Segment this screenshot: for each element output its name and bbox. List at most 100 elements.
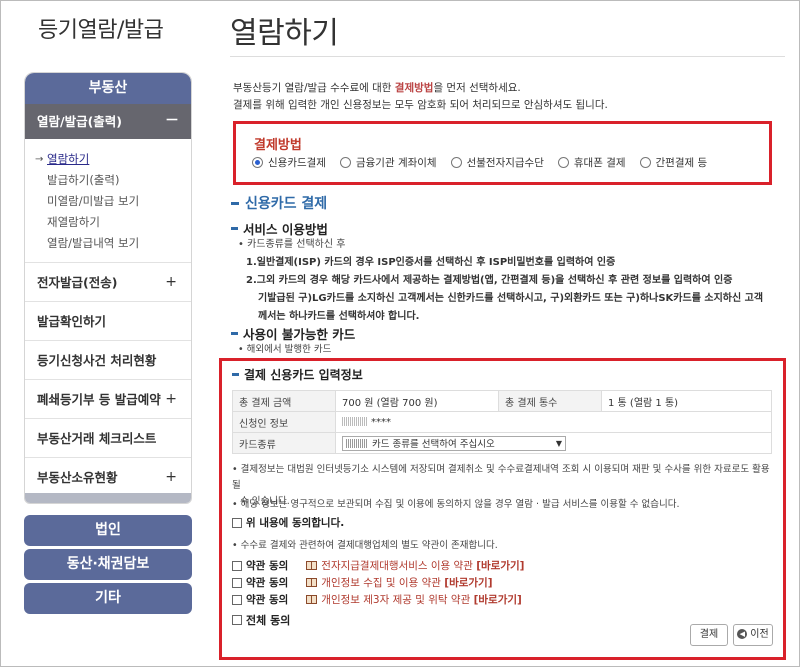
dash-icon [231, 332, 238, 335]
sidebar-item-ownership[interactable]: 부동산소유현황 + [25, 457, 191, 496]
sidebar-item-closed-registry[interactable]: 폐쇄등기부 등 발급예약 + [25, 379, 191, 418]
book-icon [306, 595, 318, 604]
terms-link-3[interactable]: [바로가기] [474, 592, 522, 607]
sidebar-header-real-estate[interactable]: 부동산 [25, 73, 191, 104]
table-label: 신청인 정보 [232, 411, 336, 433]
other-button[interactable]: 기타 [24, 583, 192, 614]
card-info-title: 결제 신용카드 입력정보 [232, 366, 363, 383]
radio-mobile[interactable]: 휴대폰 결제 [557, 155, 626, 170]
expand-icon[interactable]: + [165, 263, 177, 302]
sidebar-item-label: 폐쇄등기부 등 발급예약 [37, 392, 161, 407]
agree-all-checkbox[interactable] [232, 615, 242, 625]
card-icon [346, 438, 368, 448]
radio-label: 선불전자지급수단 [466, 157, 544, 169]
terms-text: 전자지급결제대행서비스 이용 약관 [321, 560, 473, 572]
sidebar-item-view-issue[interactable]: 열람/발급(출력) － [25, 104, 191, 139]
submenu-item-issue[interactable]: 발급하기(출력) [35, 170, 191, 191]
radio-bank-transfer[interactable]: 금융기관 계좌이체 [339, 155, 437, 170]
table-label: 총 결제 통수 [498, 390, 602, 412]
radio-selected-icon [252, 157, 263, 168]
table-value: 700 원 (열람 700 원) [335, 390, 499, 412]
terms-checkbox-1[interactable] [232, 560, 242, 571]
chevron-down-icon: ▼ [555, 438, 562, 448]
intro-text-part: 부동산등기 열람/발급 수수료에 대한 [233, 82, 395, 94]
submenu-item-history[interactable]: 열람/발급내역 보기 [35, 233, 191, 254]
terms-link-2[interactable]: [바로가기] [444, 575, 492, 590]
sidebar-item-verify[interactable]: 발급확인하기 [25, 301, 191, 340]
submenu-item-review[interactable]: 재열람하기 [35, 212, 191, 233]
book-icon [306, 578, 318, 587]
select-placeholder: 카드 종류를 선택하여 주십시오 [372, 439, 495, 450]
agree-above-checkbox[interactable] [232, 517, 242, 528]
intro-highlight: 결제방법 [394, 82, 434, 94]
terms-checkbox-3[interactable] [232, 594, 242, 605]
masked-value: **** [371, 416, 391, 428]
radio-label: 간편결제 등 [655, 157, 708, 169]
sidebar-item-label: 전자발급(전송) [37, 275, 118, 290]
radio-easy-pay[interactable]: 간편결제 등 [639, 155, 708, 170]
prev-button[interactable]: ◀ 이전 [733, 624, 773, 646]
intro-text: 부동산등기 열람/발급 수수료에 대한 결제방법을 먼저 선택하세요. 결제를 … [233, 80, 608, 114]
sidebar-item-checklist[interactable]: 부동산거래 체크리스트 [25, 418, 191, 457]
sidebar-item-status[interactable]: 등기신청사건 처리현황 [25, 340, 191, 379]
card-type-select[interactable]: 카드 종류를 선택하여 주십시오 ▼ [342, 435, 566, 451]
expand-icon[interactable]: + [165, 380, 177, 419]
terms-checkbox-2[interactable] [232, 577, 242, 588]
book-icon [306, 561, 318, 570]
intro-text-part: 을 먼저 선택하세요. [433, 82, 521, 94]
agree-above-row[interactable]: 위 내용에 동의합니다. [232, 515, 344, 530]
table-label: 카드종류 [232, 432, 336, 454]
sidebar-scrollbar[interactable] [25, 493, 191, 503]
expand-icon[interactable]: + [165, 458, 177, 497]
agree-all-label: 전체 동의 [246, 614, 291, 627]
back-icon: ◀ [737, 629, 748, 639]
collapse-icon[interactable]: － [165, 104, 179, 139]
agree-all-row[interactable]: 전체 동의 [232, 612, 290, 628]
sidebar-title: 등기열람/발급 [38, 18, 164, 43]
table-row: 총 결제 금액 700 원 (열람 700 원) 총 결제 통수 1 통 (열람… [232, 390, 772, 412]
terms-row-1: 약관 동의 전자지급결제대행서비스 이용 약관 [바로가기] [232, 558, 524, 573]
radio-label: 신용카드결제 [268, 157, 326, 169]
masked-name-icon [342, 417, 368, 426]
radio-icon [557, 157, 569, 168]
section-title-text: 신용카드 결제 [245, 196, 328, 212]
payment-method-highlight [233, 121, 772, 185]
movable-collateral-button[interactable]: 동산·채권담보 [24, 549, 192, 580]
dash-icon [231, 227, 238, 230]
payment-info-table: 총 결제 금액 700 원 (열람 700 원) 총 결제 통수 1 통 (열람… [232, 390, 772, 454]
intro-line-2: 결제를 위해 입력한 개인 신용정보는 모두 암호화 되어 처리되므로 안심하셔… [233, 99, 608, 111]
section-title: 신용카드 결제 [231, 193, 327, 213]
agree-above-label: 위 내용에 동의합니다. [246, 517, 345, 529]
service-note: 기발급된 구)LG카드를 소지하신 고객께서는 신한카드를 선택하시고, 구)외… [258, 293, 764, 304]
dash-icon [231, 201, 239, 205]
table-value: **** [335, 411, 772, 433]
submenu-item-view[interactable]: 열람하기 [35, 149, 191, 170]
sidebar-item-label: 발급확인하기 [37, 314, 107, 329]
table-row: 신청인 정보 **** [232, 411, 772, 433]
terms-row-2: 약관 동의 개인정보 수집 및 이용 약관 [바로가기] [232, 575, 493, 590]
terms-link-1[interactable]: [바로가기] [476, 558, 524, 573]
service-note: 1.일반결제(ISP) 카드의 경우 ISP인증서를 선택하신 후 ISP비밀번… [246, 257, 616, 268]
prev-button-label: 이전 [750, 629, 769, 640]
service-note: • 카드종류를 선택하신 후 [238, 239, 346, 250]
fine-print-line: • 결제정보는 대법원 인터넷등기소 시스템에 저장되며 결제취소 및 수수료결… [232, 464, 770, 491]
submenu-item-unviewed[interactable]: 미열람/미발급 보기 [35, 191, 191, 212]
dash-icon [232, 373, 239, 376]
sidebar-item-label: 부동산소유현황 [37, 470, 118, 485]
sidebar-item-e-issue[interactable]: 전자발급(전송) + [25, 262, 191, 301]
pay-button[interactable]: 결제 [690, 624, 728, 646]
unavailable-note: • 해외에서 발행한 카드 [238, 344, 332, 355]
radio-prepaid[interactable]: 선불전자지급수단 [450, 155, 544, 170]
terms-label: 약관 동의 [246, 594, 289, 606]
payment-method-radios: 신용카드결제 금융기관 계좌이체 선불전자지급수단 휴대폰 결제 간편결제 등 [252, 155, 721, 170]
fine-print-2: • 해당 정보는 영구적으로 보관되며 수집 및 이용에 동의하지 않을 경우 … [232, 499, 680, 510]
radio-label: 금융기관 계좌이체 [355, 157, 437, 169]
table-row: 카드종류 카드 종류를 선택하여 주십시오 ▼ [232, 432, 772, 454]
table-value: 1 통 (열람 1 통) [601, 390, 772, 412]
terms-label: 약관 동의 [246, 560, 289, 572]
service-notes: • 카드종류를 선택하신 후 1.일반결제(ISP) 카드의 경우 ISP인증서… [238, 236, 763, 326]
sidebar-item-label: 부동산거래 체크리스트 [37, 431, 157, 446]
radio-credit-card[interactable]: 신용카드결제 [252, 155, 326, 170]
sidebar-item-label: 열람/발급(출력) [37, 114, 122, 129]
corporation-button[interactable]: 법인 [24, 515, 192, 546]
